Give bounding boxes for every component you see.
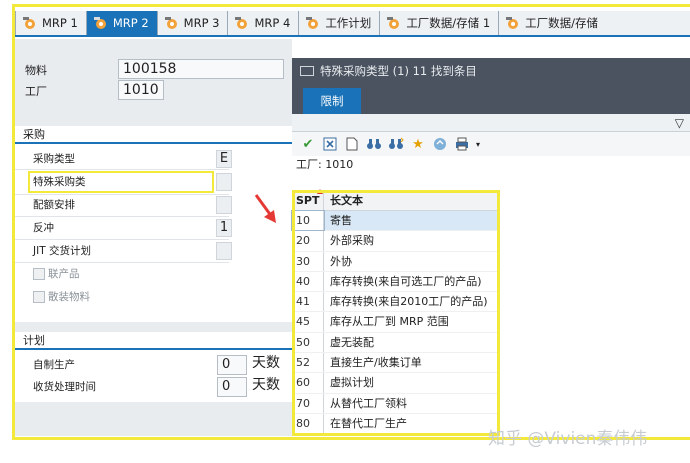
watermark: 知乎 @Vivien秦伟伟: [488, 429, 648, 449]
outer-highlight-frame: [12, 4, 690, 440]
